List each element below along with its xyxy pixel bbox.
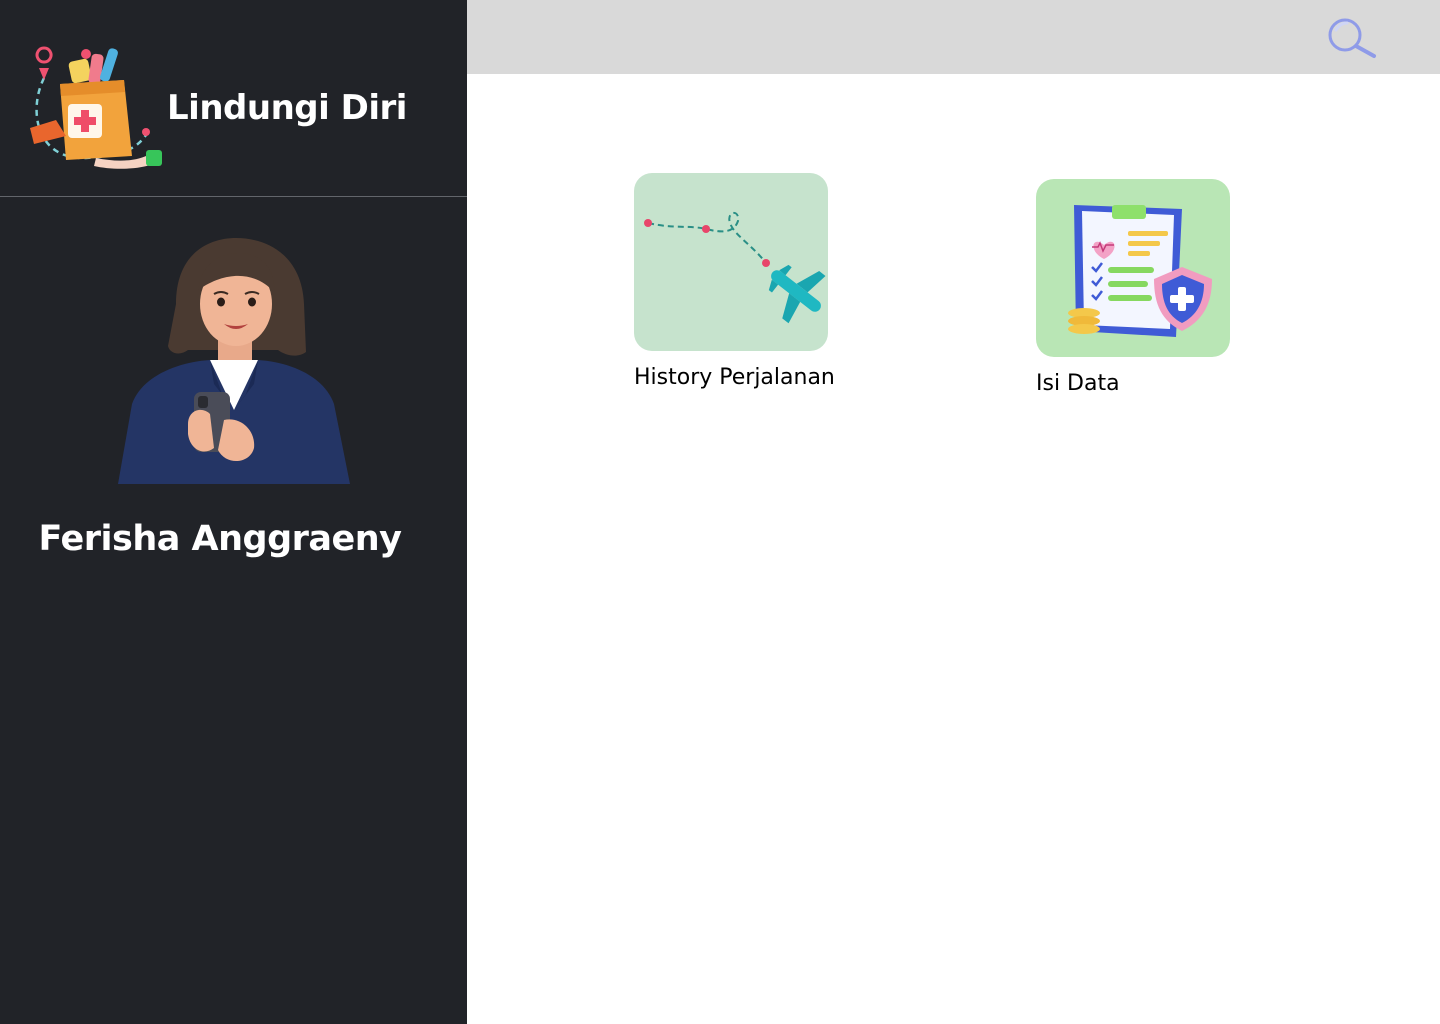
sidebar: Lindungi Diri Ferisha Anggraeny [0,0,467,1024]
user-name: Ferisha Anggraeny [38,519,403,559]
menu-label-history-perjalanan: History Perjalanan [634,365,835,390]
app-title: Lindungi Diri [167,88,407,128]
menu-card-isi-data[interactable]: Isi Data [1036,179,1236,409]
brand-header: Lindungi Diri [0,0,467,197]
health-form-icon [1036,179,1230,357]
medical-bag-logo-icon [26,40,166,172]
user-avatar [118,234,350,484]
top-bar [467,0,1440,74]
travel-history-icon [634,173,828,351]
main-content: History Perjalanan Isi Data [467,74,1440,1024]
menu-label-isi-data: Isi Data [1036,371,1120,396]
search-icon[interactable] [1323,14,1379,62]
menu-card-history-perjalanan[interactable]: History Perjalanan [634,173,894,403]
